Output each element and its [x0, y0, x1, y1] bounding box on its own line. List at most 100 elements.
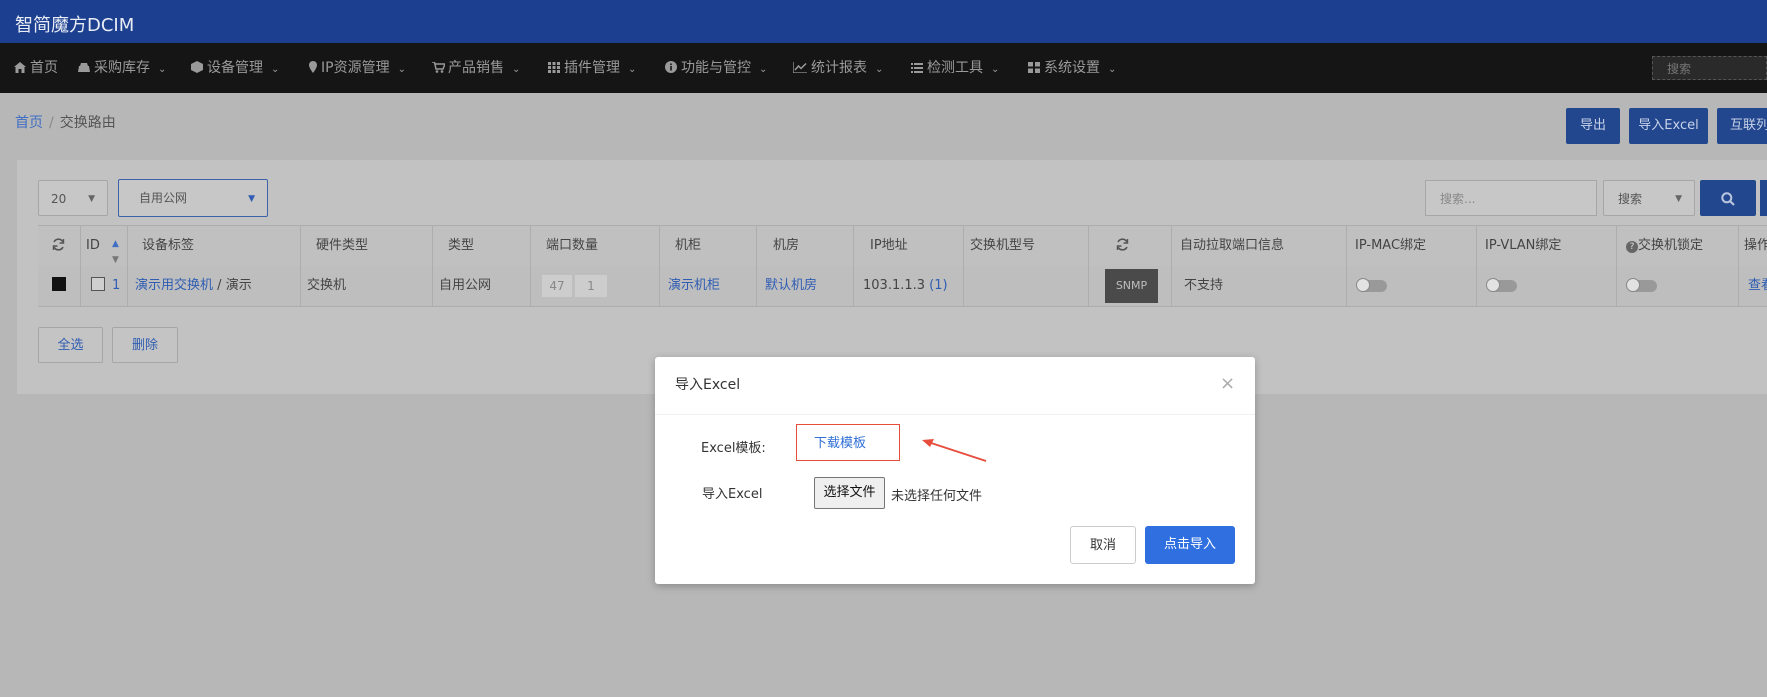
- nav-label: 采购库存: [94, 60, 150, 76]
- chevron-down-icon: ⌄: [628, 64, 637, 75]
- view-action-link[interactable]: 查看: [1748, 266, 1767, 306]
- cube-icon: [191, 44, 203, 73]
- cancel-button[interactable]: 取消: [1070, 526, 1136, 564]
- nav-label: 检测工具: [927, 60, 983, 76]
- row-checkbox[interactable]: [91, 266, 105, 306]
- inbox-icon: [78, 44, 90, 72]
- table-search-input[interactable]: 搜索...: [1425, 180, 1597, 216]
- type-filter-value: 自用公网: [139, 191, 188, 205]
- home-icon: [14, 44, 26, 73]
- breadcrumb-home-link[interactable]: 首页: [15, 115, 43, 131]
- port-count-total[interactable]: 47: [542, 275, 572, 297]
- chevron-down-icon: ⌄: [512, 64, 521, 75]
- column-header-switch-lock[interactable]: ? 交换机锁定: [1626, 226, 1703, 266]
- caret-down-icon: ▼: [248, 194, 255, 204]
- ip-vlan-toggle[interactable]: [1486, 278, 1517, 292]
- annotation-arrow-icon: [922, 439, 987, 462]
- nav-label: 系统设置: [1044, 60, 1100, 76]
- cart-icon: [432, 44, 447, 73]
- download-template-link[interactable]: 下载模板: [796, 424, 900, 461]
- caret-down-icon: ▼: [88, 194, 95, 204]
- nav-item-reports[interactable]: 统计报表 ⌄: [792, 43, 883, 93]
- chevron-down-icon: ⌄: [759, 64, 768, 75]
- column-header-model[interactable]: 交换机型号: [970, 226, 1035, 266]
- row-id-link[interactable]: 1: [112, 266, 120, 306]
- page-size-select[interactable]: 20 ▼: [38, 180, 108, 216]
- column-header-ip-vlan[interactable]: IP-VLAN绑定: [1485, 226, 1561, 266]
- hardware-type-cell: 交换机: [307, 278, 347, 293]
- column-header-ports[interactable]: 端口数量: [546, 226, 598, 266]
- column-header-ip-mac[interactable]: IP-MAC绑定: [1355, 226, 1426, 266]
- choose-file-button[interactable]: 选择文件: [814, 477, 885, 509]
- modal-title: 导入Excel: [675, 377, 741, 393]
- column-header-ip[interactable]: IP地址: [870, 226, 908, 266]
- select-all-button[interactable]: 全选: [38, 327, 103, 363]
- nav-label: 设备管理: [207, 60, 263, 76]
- caret-down-icon: ▼: [1675, 194, 1682, 204]
- auto-pull-cell: 不支持: [1184, 278, 1224, 293]
- breadcrumb-current: 交换路由: [59, 115, 116, 131]
- file-status-text: 未选择任何文件: [891, 489, 983, 504]
- ip-cell: 103.1.1.3 (1): [863, 266, 948, 306]
- refresh-icon[interactable]: [1116, 226, 1129, 266]
- nav-item-sales[interactable]: 产品销售 ⌄: [432, 43, 520, 93]
- import-excel-modal: 导入Excel × Excel模板: 下载模板 导入Excel 选择文件 未选择…: [655, 357, 1255, 584]
- table-row: 1 演示用交换机 / 演示 交换机 自用公网 47 1 演示机柜 默认机房 10…: [38, 266, 1767, 307]
- list-icon: [911, 44, 923, 73]
- import-excel-button[interactable]: 导入Excel: [1629, 108, 1708, 144]
- chevron-down-icon: ⌄: [1108, 64, 1117, 75]
- column-header-cabinet[interactable]: 机柜: [675, 226, 701, 266]
- nav-item-plugins[interactable]: 插件管理 ⌄: [548, 43, 636, 93]
- top-header: [0, 0, 1767, 43]
- snmp-badge[interactable]: SNMP: [1105, 269, 1158, 303]
- export-button[interactable]: 导出: [1566, 108, 1620, 144]
- search-field-select[interactable]: 搜索 ▼: [1603, 180, 1695, 216]
- submit-import-button[interactable]: 点击导入: [1145, 526, 1235, 564]
- ip-count-link[interactable]: (1): [929, 278, 947, 293]
- chevron-down-icon: ⌄: [991, 64, 1000, 75]
- search-extra-button[interactable]: [1760, 180, 1767, 216]
- help-icon[interactable]: ?: [1626, 241, 1638, 253]
- device-label-link[interactable]: 演示用交换机: [135, 278, 213, 293]
- switch-lock-toggle[interactable]: [1626, 278, 1657, 292]
- modal-divider: [655, 414, 1255, 415]
- nav-item-functions[interactable]: 功能与管控 ⌄: [665, 43, 767, 93]
- app-title[interactable]: 智简魔方DCIM: [15, 11, 134, 37]
- nav-item-ip-resources[interactable]: IP资源管理 ⌄: [309, 43, 406, 93]
- nav-label: IP资源管理: [321, 60, 390, 76]
- column-header-actions: 操作: [1744, 238, 1767, 253]
- column-header-label[interactable]: 设备标签: [142, 226, 194, 266]
- type-filter-select[interactable]: 自用公网 ▼: [118, 179, 268, 217]
- nav-item-tools[interactable]: 检测工具 ⌄: [911, 43, 999, 93]
- column-header-hardware[interactable]: 硬件类型: [316, 226, 368, 266]
- delete-button[interactable]: 删除: [112, 327, 178, 363]
- internet-list-button[interactable]: 互联列: [1717, 108, 1767, 144]
- search-button[interactable]: [1700, 180, 1756, 216]
- nav-item-devices[interactable]: 设备管理 ⌄: [191, 43, 279, 93]
- sort-icon[interactable]: ▲ ▼: [112, 236, 119, 265]
- nav-item-home[interactable]: 首页: [14, 43, 58, 93]
- page-size-value: 20: [51, 192, 67, 206]
- nav-item-settings[interactable]: 系统设置 ⌄: [1028, 43, 1116, 93]
- room-link[interactable]: 默认机房: [765, 266, 817, 306]
- main-nav: 首页 采购库存 ⌄ 设备管理 ⌄ IP资源管理 ⌄ 产品销售 ⌄ 插件管理 ⌄ 功能与管控…: [0, 43, 1767, 93]
- port-count-used[interactable]: 1: [575, 275, 607, 297]
- table-header: ID ▲ ▼ 设备标签 硬件类型 类型 端口数量 机柜 机房 IP地址 交换机型号…: [38, 225, 1767, 267]
- info-icon: [665, 44, 677, 73]
- row-status-checkbox[interactable]: [52, 266, 66, 306]
- column-header-auto-pull[interactable]: 自动拉取端口信息: [1180, 226, 1284, 266]
- nav-search-input[interactable]: 搜索: [1652, 56, 1767, 80]
- ip-mac-toggle[interactable]: [1356, 278, 1387, 292]
- nav-label: 统计报表: [811, 60, 867, 76]
- close-icon[interactable]: ×: [1220, 375, 1235, 393]
- column-header-room[interactable]: 机房: [773, 226, 799, 266]
- refresh-icon[interactable]: [52, 226, 65, 266]
- nav-label: 插件管理: [564, 60, 620, 76]
- nav-item-procurement[interactable]: 采购库存 ⌄: [78, 43, 166, 93]
- chevron-down-icon: ⌄: [397, 64, 406, 75]
- cabinet-link[interactable]: 演示机柜: [668, 266, 720, 306]
- switch-lock-label: 交换机锁定: [1638, 238, 1704, 253]
- breadcrumb-separator: /: [49, 115, 54, 131]
- column-header-type[interactable]: 类型: [448, 226, 474, 266]
- column-header-id[interactable]: ID: [86, 226, 100, 266]
